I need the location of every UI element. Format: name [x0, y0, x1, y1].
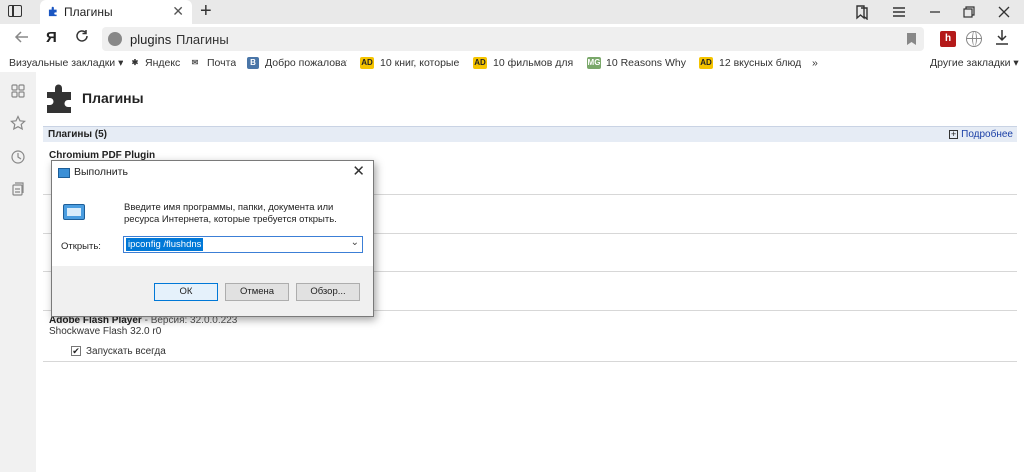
dialog-description: Введите имя программы, папки, документа …	[124, 202, 337, 225]
new-tab-button[interactable]: +	[200, 1, 212, 21]
address-bar: Я plugins Плагины	[0, 24, 1024, 54]
open-label: Открыть:	[61, 241, 101, 252]
yandex-icon: ✱	[131, 58, 139, 67]
run-command-input[interactable]: ipconfig /flushdns ⌄	[123, 236, 363, 253]
bookmark-10-films[interactable]: 10 фильмов для т	[493, 57, 575, 69]
details-link[interactable]: + Подробнее	[949, 129, 1013, 140]
bookmark-icon[interactable]	[907, 33, 916, 45]
browse-button[interactable]: Обзор...	[296, 283, 360, 301]
run-command-value: ipconfig /flushdns	[126, 238, 204, 251]
puzzle-icon	[47, 84, 71, 113]
minimize-icon[interactable]	[927, 4, 943, 20]
reload-icon[interactable]	[74, 28, 90, 44]
tab-close-icon[interactable]: ✕	[172, 3, 184, 19]
always-run-checkbox[interactable]: ✔	[71, 346, 81, 356]
mail-icon: ✉	[191, 58, 199, 67]
star-icon[interactable]	[10, 115, 26, 131]
bookmark-yandex[interactable]: Яндекс	[145, 57, 180, 69]
ok-button[interactable]: ОК	[154, 283, 218, 301]
bookmark-10-books[interactable]: 10 книг, которые	[380, 57, 462, 69]
dialog-footer: ОК Отмена Обзор...	[52, 266, 373, 316]
bookmarks-manager-icon[interactable]	[854, 4, 870, 20]
run-dialog: Выполнить ✕ Введите имя программы, папки…	[51, 160, 374, 317]
bookmark-mail[interactable]: Почта	[207, 57, 236, 69]
tab-title: Плагины	[64, 5, 113, 19]
notes-icon[interactable]	[10, 181, 26, 197]
back-arrow-icon[interactable]	[14, 29, 30, 45]
bookmark-10-reasons[interactable]: 10 Reasons Why Yo	[606, 57, 688, 69]
plugins-section-header: Плагины (5) + Подробнее	[43, 126, 1017, 142]
ad-icon: AD	[360, 57, 374, 69]
tab-bar: Плагины ✕ +	[0, 0, 1024, 24]
url-text: plugins	[130, 32, 172, 47]
details-label: Подробнее	[961, 129, 1013, 140]
bookmark-welcome[interactable]: Добро пожаловать	[265, 57, 347, 69]
restore-icon[interactable]	[961, 4, 977, 20]
page-title: Плагины	[82, 90, 144, 106]
puzzle-icon	[48, 6, 57, 17]
menu-icon[interactable]	[891, 4, 907, 20]
url-page-title: Плагины	[176, 32, 229, 47]
dialog-title: Выполнить	[74, 166, 128, 178]
globe-icon[interactable]	[966, 31, 982, 47]
close-window-icon[interactable]	[996, 4, 1012, 20]
section-title: Плагины (5)	[48, 129, 107, 140]
plugin-description: Shockwave Flash 32.0 r0	[49, 326, 162, 337]
url-field[interactable]: plugins Плагины	[102, 27, 924, 51]
tab-plugins[interactable]: Плагины ✕	[40, 0, 192, 24]
ad-icon: AD	[699, 57, 713, 69]
ad-icon: AD	[473, 57, 487, 69]
mg-icon: MG	[587, 57, 601, 69]
chevron-down-icon[interactable]: ⌄	[351, 237, 359, 248]
dialog-close-icon[interactable]: ✕	[352, 162, 365, 180]
more-bookmarks-button[interactable]: »	[812, 57, 818, 69]
plus-box-icon: +	[949, 129, 959, 139]
yandex-logo[interactable]: Я	[46, 29, 57, 46]
vk-icon: B	[247, 57, 259, 69]
left-sidebar	[0, 72, 36, 472]
run-program-icon	[63, 204, 85, 220]
run-icon	[58, 168, 70, 178]
bookmark-visual-tabs[interactable]: Визуальные закладки ▾	[9, 57, 123, 69]
sidebar-toggle-icon[interactable]	[8, 5, 22, 17]
bookmark-12-dishes[interactable]: 12 вкусных блюд	[719, 57, 801, 69]
history-clock-icon[interactable]	[10, 149, 26, 165]
site-info-icon[interactable]	[108, 32, 122, 46]
bookmarks-bar: Визуальные закладки ▾ ✱ Яндекс ✉ Почта B…	[0, 54, 1024, 72]
extension-red-icon[interactable]: h	[940, 31, 956, 47]
cancel-button[interactable]: Отмена	[225, 283, 289, 301]
download-icon[interactable]	[994, 28, 1010, 46]
always-run-label: Запускать всегда	[86, 346, 166, 357]
other-bookmarks-button[interactable]: Другие закладки ▾	[930, 57, 1019, 69]
grid-icon[interactable]	[10, 83, 26, 99]
plugin-row: Adobe Flash Player - Версия: 32.0.0.223 …	[43, 312, 1017, 362]
